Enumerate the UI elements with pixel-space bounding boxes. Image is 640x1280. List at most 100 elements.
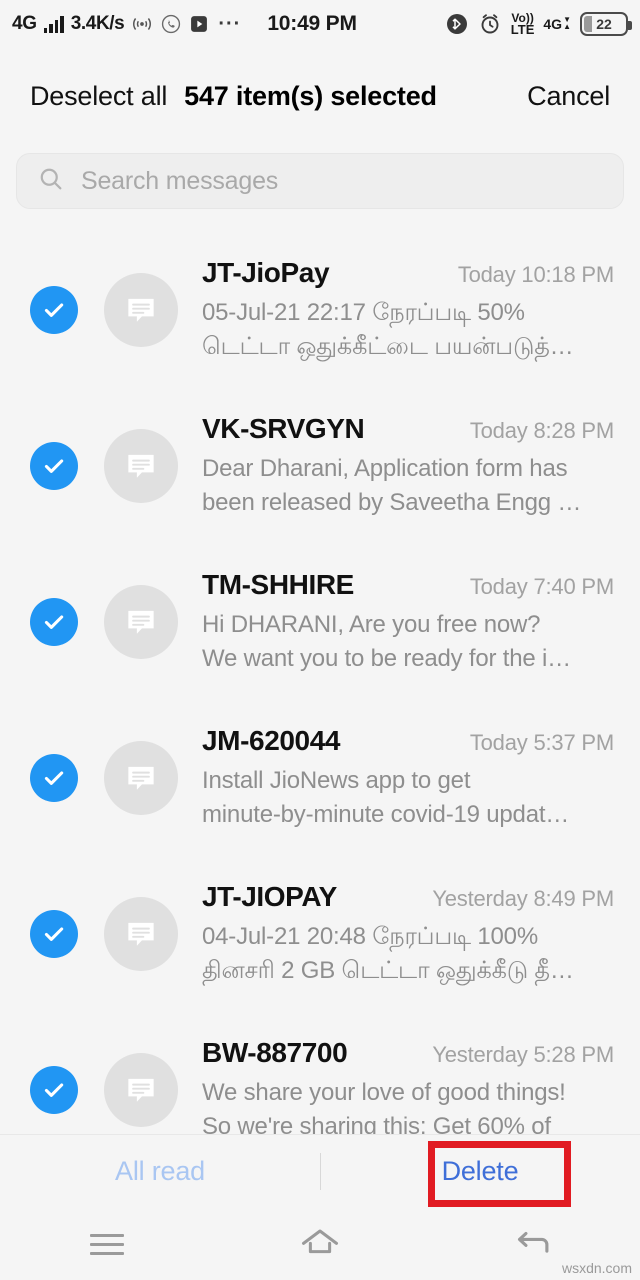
snippet-line-2: தினசரி 2 GB டெட்டா ஒதுக்கீடு தீ…: [202, 956, 574, 984]
message-list[interactable]: JT-JioPay Today 10:18 PM 05-Jul-21 22:17…: [0, 218, 640, 1134]
message-sender: BW-887700: [202, 1037, 348, 1069]
back-icon: [513, 1225, 553, 1264]
whatsapp-icon: [160, 13, 182, 35]
message-snippet: Install JioNews app to get minute-by-min…: [202, 764, 614, 830]
selected-count-label: 547 item(s) selected: [184, 80, 437, 111]
snippet-line-1: 05-Jul-21 22:17 நேரப்படி 50%: [202, 299, 525, 327]
selection-checkbox[interactable]: [30, 1066, 78, 1114]
message-avatar-icon: [104, 1053, 178, 1127]
message-time: Today 10:18 PM: [457, 262, 614, 288]
selection-checkbox[interactable]: [30, 754, 78, 802]
message-time: Yesterday 8:49 PM: [432, 886, 614, 912]
hotspot-icon: [131, 13, 153, 35]
message-sender: JT-JIOPAY: [202, 881, 337, 913]
menu-icon: [89, 1233, 124, 1255]
status-bar-left: 4G 3.4K/s ···: [12, 13, 241, 36]
snippet-line-2: been released by Saveetha Engg …: [202, 488, 582, 516]
message-avatar-icon: [104, 897, 178, 971]
message-time: Yesterday 5:28 PM: [432, 1042, 614, 1068]
alarm-clock-icon: [478, 12, 502, 36]
list-item-body: VK-SRVGYN Today 8:28 PM Dear Dharani, Ap…: [202, 413, 614, 518]
snippet-line-1: Hi DHARANI, Are you free now?: [202, 611, 541, 639]
message-snippet: Dear Dharani, Application form has been …: [202, 452, 614, 518]
data-arrows-icon: 4G ▼ ▲: [543, 16, 571, 32]
list-item[interactable]: JT-JioPay Today 10:18 PM 05-Jul-21 22:17…: [0, 232, 640, 388]
message-sender: TM-SHHIRE: [202, 569, 354, 601]
status-bar-right: Vo)) LTE 4G ▼ ▲ 22: [445, 11, 632, 37]
signal-bars-icon: [43, 15, 64, 33]
cancel-button[interactable]: Cancel: [527, 81, 610, 112]
message-sender: JT-JioPay: [202, 257, 330, 289]
status-bar: 4G 3.4K/s ··· 10:49 PM Vo)) LTE 4G ▼ ▲ 2…: [0, 0, 640, 48]
watermark-label: wsxdn.com: [561, 1260, 632, 1276]
snippet-line-1: 04-Jul-21 20:48 நேரப்படி 100%: [202, 923, 538, 951]
message-sender: VK-SRVGYN: [202, 413, 365, 445]
search-placeholder: Search messages: [81, 166, 279, 195]
list-item[interactable]: TM-SHHIRE Today 7:40 PM Hi DHARANI, Are …: [0, 544, 640, 700]
clock-label: 10:49 PM: [267, 12, 357, 35]
search-icon: [37, 165, 65, 198]
updown-arrows-icon: ▼ ▲: [563, 15, 571, 31]
snippet-line-2: We want you to be ready for the i…: [202, 644, 571, 672]
message-snippet: Hi DHARANI, Are you free now? We want yo…: [202, 608, 614, 674]
list-item-header: JT-JioPay Today 10:18 PM: [202, 257, 614, 289]
snippet-line-1: Install JioNews app to get: [202, 767, 471, 795]
nav-back-button[interactable]: [427, 1225, 640, 1264]
list-item[interactable]: JT-JIOPAY Yesterday 8:49 PM 04-Jul-21 20…: [0, 856, 640, 1012]
message-snippet: We share your love of good things! So we…: [202, 1076, 614, 1134]
message-sender: JM-620044: [202, 725, 341, 757]
status-overflow-icon: ···: [218, 12, 242, 35]
action-divider: [320, 1153, 321, 1190]
message-time: Today 5:37 PM: [469, 730, 614, 756]
snippet-line-1: We share your love of good things!: [202, 1079, 566, 1107]
list-item-header: BW-887700 Yesterday 5:28 PM: [202, 1037, 614, 1069]
data-speed-label: 3.4K/s: [70, 13, 125, 34]
message-avatar-icon: [104, 273, 178, 347]
list-item[interactable]: BW-887700 Yesterday 5:28 PM We share you…: [0, 1012, 640, 1134]
list-item-body: BW-887700 Yesterday 5:28 PM We share you…: [202, 1037, 614, 1134]
message-snippet: 05-Jul-21 22:17 நேரப்படி 50% டெட்டா ஒதுக…: [202, 296, 614, 362]
network-type-label: 4G: [12, 13, 37, 34]
volte-icon: Vo)) LTE: [510, 11, 535, 37]
list-item-header: TM-SHHIRE Today 7:40 PM: [202, 569, 614, 601]
action-bar: All read Delete: [0, 1134, 640, 1208]
list-item[interactable]: JM-620044 Today 5:37 PM Install JioNews …: [0, 700, 640, 856]
bluetooth-icon: [445, 12, 469, 36]
net-right-label: 4G: [543, 16, 563, 32]
all-read-button[interactable]: All read: [0, 1156, 320, 1187]
search-input[interactable]: Search messages: [16, 153, 624, 209]
list-item-body: JT-JioPay Today 10:18 PM 05-Jul-21 22:17…: [202, 257, 614, 362]
snippet-line-2: டெட்டா ஒதுக்கீட்டை பயன்படுத்…: [202, 332, 574, 360]
list-item-body: JT-JIOPAY Yesterday 8:49 PM 04-Jul-21 20…: [202, 881, 614, 986]
snippet-line-2: So we're sharing this: Get 60% of: [202, 1112, 551, 1135]
phone-screen: 4G 3.4K/s ··· 10:49 PM Vo)) LTE 4G ▼ ▲ 2…: [0, 0, 640, 1280]
selection-header: Deselect all 547 item(s) selected Cancel: [0, 48, 640, 144]
message-snippet: 04-Jul-21 20:48 நேரப்படி 100% தினசரி 2 G…: [202, 920, 614, 986]
message-avatar-icon: [104, 741, 178, 815]
deselect-all-button[interactable]: Deselect all: [30, 81, 167, 112]
snippet-line-2: minute-by-minute covid-19 updat…: [202, 800, 570, 828]
message-avatar-icon: [104, 429, 178, 503]
navigation-bar: wsxdn.com: [0, 1208, 640, 1280]
home-icon: [298, 1225, 342, 1264]
list-item-body: JM-620044 Today 5:37 PM Install JioNews …: [202, 725, 614, 830]
battery-percent-label: 22: [596, 16, 612, 32]
list-item-header: VK-SRVGYN Today 8:28 PM: [202, 413, 614, 445]
selection-checkbox[interactable]: [30, 598, 78, 646]
selection-checkbox[interactable]: [30, 286, 78, 334]
video-play-icon: [189, 14, 209, 34]
snippet-line-1: Dear Dharani, Application form has: [202, 455, 568, 483]
selection-checkbox[interactable]: [30, 442, 78, 490]
volte-bottom-label: LTE: [510, 21, 535, 37]
list-item-header: JT-JIOPAY Yesterday 8:49 PM: [202, 881, 614, 913]
nav-home-button[interactable]: [213, 1225, 426, 1264]
nav-menu-button[interactable]: [0, 1233, 213, 1255]
list-item-header: JM-620044 Today 5:37 PM: [202, 725, 614, 757]
list-item-body: TM-SHHIRE Today 7:40 PM Hi DHARANI, Are …: [202, 569, 614, 674]
list-item[interactable]: VK-SRVGYN Today 8:28 PM Dear Dharani, Ap…: [0, 388, 640, 544]
selection-checkbox[interactable]: [30, 910, 78, 958]
message-time: Today 7:40 PM: [469, 574, 614, 600]
battery-fill: [584, 16, 592, 32]
battery-icon: 22: [580, 12, 632, 36]
delete-button[interactable]: Delete: [320, 1156, 640, 1187]
